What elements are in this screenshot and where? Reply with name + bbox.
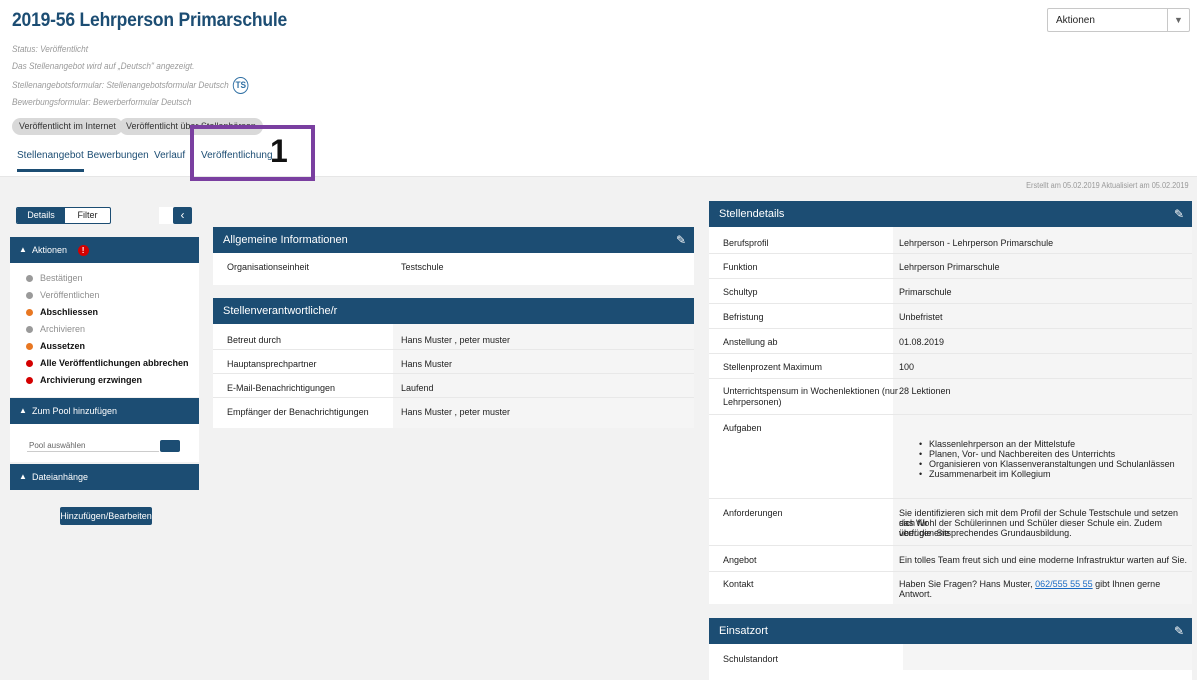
row-divider: [709, 414, 1192, 415]
actions-dropdown-label: Aktionen: [1056, 15, 1095, 26]
row-divider: [709, 353, 1192, 354]
language-text: Das Stellenangebot wird auf „Deutsch" an…: [12, 61, 195, 71]
page-title: 2019-56 Lehrperson Primarschule: [12, 10, 288, 31]
task-item: Zusammenarbeit im Kollegium: [919, 469, 1175, 479]
values-shade: [893, 227, 1192, 604]
chevron-up-icon: ▲: [19, 406, 27, 415]
created-info: Erstellt am 05.02.2019 Aktualisiert am 0…: [1026, 181, 1189, 190]
tasks-list: Klassenlehrperson an der Mittelstufe Pla…: [919, 439, 1175, 479]
pool-section-header[interactable]: ▲ Zum Pool hinzufügen: [10, 398, 199, 424]
chevron-up-icon: ▲: [19, 245, 27, 254]
edit-pencil-icon[interactable]: ✎: [1174, 201, 1184, 227]
tab-verlauf[interactable]: Verlauf: [154, 150, 185, 169]
status-text: Status: Veröffentlicht: [12, 44, 89, 54]
row-divider: [709, 571, 1192, 572]
attachments-section-header[interactable]: ▲ Dateianhänge: [10, 464, 199, 490]
details-filter-toggle: Details Filter: [16, 207, 111, 224]
location-header: Einsatzort ✎: [709, 618, 1192, 644]
task-item: Klassenlehrperson an der Mittelstufe: [919, 439, 1175, 449]
row-divider: [213, 397, 694, 398]
pool-section-title: Zum Pool hinzufügen: [32, 406, 118, 416]
status-dot: [26, 309, 33, 316]
status-dot: [26, 377, 33, 384]
form-text: Stellenangebotsformular: Stellenangebots…: [12, 77, 249, 94]
attachments-edit-button[interactable]: Hinzufügen/Bearbeiten: [60, 507, 152, 525]
status-dot: [26, 343, 33, 350]
action-aussetzen[interactable]: Aussetzen: [26, 341, 85, 351]
status-dot: [26, 275, 33, 282]
action-bestaetigen[interactable]: Bestätigen: [26, 273, 83, 283]
phone-link[interactable]: 062/555 55 55: [1035, 579, 1093, 589]
toggle-filter[interactable]: Filter: [65, 208, 110, 223]
chevron-down-icon[interactable]: ▼: [1167, 9, 1189, 31]
collapse-sidebar-icon[interactable]: ‹: [173, 207, 192, 224]
row-divider: [213, 373, 694, 374]
tab-bewerbungen[interactable]: Bewerbungen: [87, 150, 149, 169]
toggle-details[interactable]: Details: [17, 208, 65, 223]
status-dot: [26, 326, 33, 333]
chevron-up-icon: ▲: [19, 472, 27, 481]
attachments-section-title: Dateianhänge: [32, 472, 89, 482]
action-abschliessen[interactable]: Abschliessen: [26, 307, 98, 317]
location-title: Einsatzort: [719, 625, 768, 637]
row-divider: [213, 349, 694, 350]
responsible-header: Stellenverantwortliche/r: [213, 298, 694, 324]
row-divider: [709, 303, 1192, 304]
actions-list: Bestätigen Veröffentlichen Abschliessen …: [10, 263, 199, 397]
action-alle-abbrechen[interactable]: Alle Veröffentlichungen abbrechen: [26, 358, 189, 368]
form-text-label: Stellenangebotsformular: Stellenangebots…: [12, 79, 229, 90]
status-dot: [26, 292, 33, 299]
action-archivierung-erzwingen[interactable]: Archivierung erzwingen: [26, 375, 142, 385]
tab-stellenangebot[interactable]: Stellenangebot: [17, 150, 84, 172]
responsible-title: Stellenverantwortliche/r: [223, 305, 338, 317]
task-item: Organisieren von Klassenveranstaltungen …: [919, 459, 1175, 469]
annotation-number: 1: [270, 133, 288, 169]
job-details-title: Stellendetails: [719, 208, 785, 220]
status-pill-internet: Veröffentlicht im Internet: [12, 118, 123, 135]
values-shade: [903, 644, 1192, 670]
row-divider: [709, 498, 1192, 499]
ts-badge-icon[interactable]: TS: [232, 77, 249, 94]
task-item: Planen, Vor- und Nachbereiten des Unterr…: [919, 449, 1175, 459]
pool-add-button[interactable]: [160, 440, 180, 452]
responsible-body: Betreut durch Hans Muster , peter muster …: [213, 324, 694, 428]
edit-pencil-icon[interactable]: ✎: [1174, 618, 1184, 644]
action-archivieren[interactable]: Archivieren: [26, 324, 85, 334]
alert-icon: !: [77, 245, 89, 256]
action-veroeffentlichen[interactable]: Veröffentlichen: [26, 290, 99, 300]
row-key: Organisationseinheit: [227, 262, 310, 272]
pool-select[interactable]: Pool auswählen: [27, 424, 159, 452]
row-divider: [709, 278, 1192, 279]
edit-pencil-icon[interactable]: ✎: [676, 227, 686, 253]
row-divider: [709, 328, 1192, 329]
status-dot: [26, 360, 33, 367]
row-divider: [709, 545, 1192, 546]
job-details-body: Berufsprofil Lehrperson - Lehrperson Prim…: [709, 227, 1192, 604]
row-divider: [709, 253, 1192, 254]
job-details-header: Stellendetails ✎: [709, 201, 1192, 227]
annotation-highlight-box: [190, 125, 315, 181]
row-value: Testschule: [401, 262, 444, 272]
location-body: Schulstandort: [709, 644, 1192, 680]
actions-dropdown[interactable]: Aktionen ▼: [1047, 8, 1190, 32]
general-info-body: Organisationseinheit Testschule: [213, 253, 694, 285]
actions-section-title: Aktionen: [32, 245, 68, 255]
general-info-header: Allgemeine Informationen ✎: [213, 227, 694, 253]
application-form-text: Bewerbungsformular: Bewerberformular Deu…: [12, 97, 192, 107]
actions-section-header[interactable]: ▲ Aktionen !: [10, 237, 199, 263]
general-info-title: Allgemeine Informationen: [223, 234, 348, 246]
row-divider: [709, 378, 1192, 379]
